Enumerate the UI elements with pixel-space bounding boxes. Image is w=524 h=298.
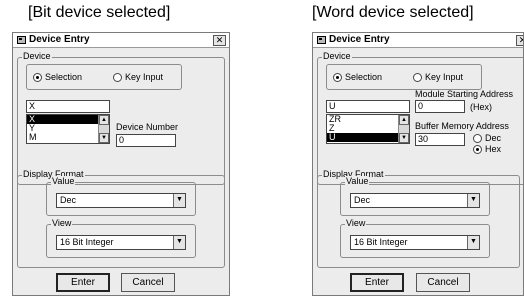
value-select-text: Dec (354, 195, 371, 205)
view-group: View 16 Bit Integer ▼ (340, 218, 490, 258)
value-group: Value Dec ▼ (46, 176, 196, 216)
radio-dec-indicator (473, 133, 482, 143)
dialog-title: Device Entry (29, 34, 90, 45)
list-item[interactable]: Y (27, 124, 109, 133)
device-listbox[interactable]: X Y M ▲ ▼ (26, 114, 110, 144)
radio-selection-label: Selection (345, 72, 383, 82)
buffer-address-label: Buffer Memory Address (415, 121, 509, 131)
device-number-input[interactable]: 0 (116, 134, 176, 147)
list-item[interactable]: ZR (327, 115, 409, 124)
listbox-scrollbar[interactable]: ▲ ▼ (398, 115, 409, 143)
radio-key-input-indicator (413, 72, 422, 82)
close-button[interactable]: ✕ (213, 35, 226, 46)
input-mode-group: Selection Key Input (26, 64, 182, 90)
list-item[interactable]: X (27, 115, 109, 124)
radio-key-input[interactable]: Key Input (413, 72, 463, 82)
module-address-input[interactable]: 0 (415, 100, 465, 113)
input-mode-group: Selection Key Input (326, 64, 482, 90)
radio-selection[interactable]: Selection (333, 72, 382, 82)
radio-key-input-indicator (113, 72, 122, 82)
radio-selection-indicator (33, 72, 42, 82)
close-icon: ✕ (519, 35, 523, 45)
view-group-label: View (345, 218, 367, 228)
device-group: Device Selection Key Input X X Y M ▲ ▼ D… (17, 51, 225, 185)
radio-key-input-label: Key Input (425, 72, 464, 82)
caption-bit-device: [Bit device selected] (28, 4, 171, 21)
app-icon (17, 36, 26, 44)
radio-dec[interactable]: Dec (473, 133, 501, 143)
radio-hex-label: Hex (485, 144, 502, 154)
radio-key-input[interactable]: Key Input (113, 72, 163, 82)
scroll-down-icon[interactable]: ▼ (99, 133, 109, 143)
app-icon (317, 36, 326, 44)
list-item[interactable]: U (327, 133, 409, 142)
view-group: View 16 Bit Integer ▼ (46, 218, 196, 258)
module-address-hex-label: (Hex) (470, 102, 492, 112)
scroll-up-icon[interactable]: ▲ (399, 115, 409, 125)
buffer-address-input[interactable]: 30 (415, 133, 465, 146)
caption-word-device: [Word device selected] (312, 4, 474, 21)
value-select[interactable]: Dec ▼ (350, 193, 480, 208)
chevron-down-icon[interactable]: ▼ (467, 194, 479, 207)
radio-selection[interactable]: Selection (33, 72, 82, 82)
radio-key-input-label: Key Input (125, 72, 164, 82)
enter-button[interactable]: Enter (350, 273, 404, 292)
device-group: Device Selection Key Input U ZR Z U ▲ ▼ … (317, 51, 523, 185)
view-select-text: 16 Bit Integer (60, 237, 114, 247)
device-name-input[interactable]: U (326, 100, 410, 113)
scroll-up-icon[interactable]: ▲ (99, 115, 109, 125)
chevron-down-icon[interactable]: ▼ (467, 236, 479, 249)
display-format-group: Display Format Value Dec ▼ View 16 Bit I… (17, 169, 225, 268)
view-select[interactable]: 16 Bit Integer ▼ (56, 235, 186, 250)
view-select[interactable]: 16 Bit Integer ▼ (350, 235, 480, 250)
view-group-label: View (51, 218, 73, 228)
list-item[interactable]: Z (327, 124, 409, 133)
device-group-label: Device (22, 51, 52, 61)
radio-hex[interactable]: Hex (473, 144, 501, 154)
chevron-down-icon[interactable]: ▼ (173, 236, 185, 249)
cancel-button[interactable]: Cancel (416, 273, 470, 292)
enter-button[interactable]: Enter (56, 273, 110, 292)
view-select-text: 16 Bit Integer (354, 237, 408, 247)
device-number-label: Device Number (116, 122, 179, 132)
chevron-down-icon[interactable]: ▼ (173, 194, 185, 207)
device-group-label: Device (322, 51, 352, 61)
radio-hex-indicator (473, 144, 482, 154)
value-group-label: Value (345, 176, 370, 186)
radio-selection-label: Selection (45, 72, 83, 82)
value-select[interactable]: Dec ▼ (56, 193, 186, 208)
title-bar: Device Entry ✕ (313, 33, 523, 48)
display-format-group: Display Format Value Dec ▼ View 16 Bit I… (317, 169, 520, 268)
listbox-scrollbar[interactable]: ▲ ▼ (98, 115, 109, 143)
device-listbox[interactable]: ZR Z U ▲ ▼ (326, 114, 410, 144)
close-icon: ✕ (215, 35, 224, 45)
cancel-button[interactable]: Cancel (121, 273, 175, 292)
dialog-title: Device Entry (329, 34, 390, 45)
radio-dec-label: Dec (485, 133, 502, 143)
radio-selection-indicator (333, 72, 342, 82)
close-button[interactable]: ✕ (516, 35, 523, 46)
scroll-down-icon[interactable]: ▼ (399, 133, 409, 143)
value-select-text: Dec (60, 195, 77, 205)
device-entry-dialog-bit: Device Entry ✕ Device Selection Key Inpu… (12, 32, 230, 296)
value-group: Value Dec ▼ (340, 176, 490, 216)
title-bar: Device Entry ✕ (13, 33, 229, 48)
module-address-label: Module Starting Address (415, 89, 514, 99)
value-group-label: Value (51, 176, 76, 186)
device-entry-dialog-word: Device Entry ✕ Device Selection Key Inpu… (312, 32, 524, 296)
list-item[interactable]: M (27, 133, 109, 142)
device-name-input[interactable]: X (26, 100, 110, 113)
